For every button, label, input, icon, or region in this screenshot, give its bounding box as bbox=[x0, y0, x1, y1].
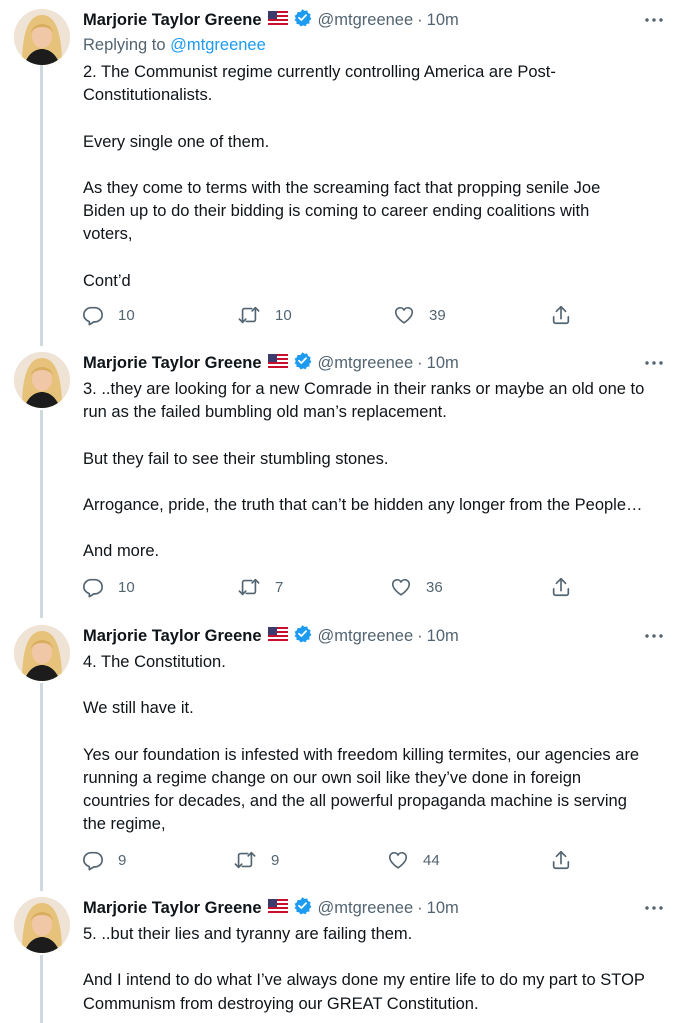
share-button[interactable] bbox=[550, 303, 572, 327]
avatar[interactable] bbox=[14, 897, 70, 953]
tweet-text: 2. The Communist regime currently contro… bbox=[83, 63, 601, 290]
retweet-icon bbox=[237, 304, 261, 326]
separator-dot: · bbox=[417, 353, 423, 372]
like-count: 44 bbox=[423, 851, 440, 869]
reply-count: 10 bbox=[118, 578, 135, 596]
tweet-text: 3. ..they are looking for a new Comrade … bbox=[83, 380, 645, 561]
author-name[interactable]: Marjorie Taylor Greene bbox=[83, 11, 262, 30]
retweet-button[interactable]: 7 bbox=[237, 575, 283, 599]
like-count: 36 bbox=[426, 578, 443, 596]
tweet-actions: 10 10 39 bbox=[80, 303, 580, 327]
like-button[interactable]: 44 bbox=[387, 848, 440, 872]
author-handle[interactable]: @mtgreenee bbox=[318, 11, 414, 30]
separator-dot: · bbox=[417, 626, 423, 645]
author-handle[interactable]: @mtgreenee bbox=[318, 354, 414, 373]
author-handle[interactable]: @mtgreenee bbox=[318, 627, 414, 646]
reply-button[interactable]: 10 bbox=[82, 575, 135, 599]
share-button[interactable] bbox=[550, 848, 572, 872]
reply-icon bbox=[82, 849, 104, 871]
us-flag-icon bbox=[267, 10, 288, 30]
author-name[interactable]: Marjorie Taylor Greene bbox=[83, 627, 262, 646]
replying-to-label: Replying to bbox=[83, 36, 166, 54]
tweet[interactable]: Marjorie Taylor Greene @mtgreenee · 10m … bbox=[0, 625, 678, 885]
retweet-count: 9 bbox=[271, 851, 280, 869]
more-options-icon[interactable] bbox=[643, 9, 665, 31]
verified-badge-icon bbox=[293, 8, 312, 32]
separator-dot: · bbox=[417, 10, 423, 29]
timestamp[interactable]: 10m bbox=[427, 11, 459, 30]
author-name[interactable]: Marjorie Taylor Greene bbox=[83, 899, 262, 918]
reply-button[interactable]: 9 bbox=[82, 848, 126, 872]
tweet-text: 4. The Constitution. We still have it. Y… bbox=[83, 653, 640, 834]
more-options-icon[interactable] bbox=[643, 625, 665, 647]
us-flag-icon bbox=[267, 626, 288, 646]
replying-to: Replying to @mtgreenee bbox=[83, 36, 266, 55]
timestamp[interactable]: 10m bbox=[427, 899, 459, 918]
avatar[interactable] bbox=[14, 352, 70, 408]
author-handle[interactable]: @mtgreenee bbox=[318, 899, 414, 918]
reply-icon bbox=[82, 576, 104, 598]
reply-count: 9 bbox=[118, 851, 127, 869]
like-count: 39 bbox=[429, 306, 446, 324]
like-icon bbox=[390, 576, 412, 598]
retweet-icon bbox=[237, 576, 261, 598]
retweet-count: 10 bbox=[275, 306, 292, 324]
retweet-button[interactable]: 9 bbox=[233, 848, 279, 872]
us-flag-icon bbox=[267, 353, 288, 373]
tweet[interactable]: Marjorie Taylor Greene @mtgreenee · 10m … bbox=[0, 352, 678, 612]
tweet-actions: 10 7 36 bbox=[80, 575, 580, 599]
separator-dot: · bbox=[417, 898, 423, 917]
avatar[interactable] bbox=[14, 9, 70, 65]
tweet-text: 5. ..but their lies and tyranny are fail… bbox=[83, 925, 645, 1013]
reply-count: 10 bbox=[118, 306, 135, 324]
verified-badge-icon bbox=[293, 351, 312, 375]
share-button[interactable] bbox=[550, 575, 572, 599]
like-icon bbox=[393, 304, 415, 326]
retweet-count: 7 bbox=[275, 578, 284, 596]
like-icon bbox=[387, 849, 409, 871]
verified-badge-icon bbox=[293, 896, 312, 920]
us-flag-icon bbox=[267, 898, 288, 918]
like-button[interactable]: 36 bbox=[390, 575, 443, 599]
like-button[interactable]: 39 bbox=[393, 303, 446, 327]
share-icon bbox=[550, 304, 572, 326]
reply-button[interactable]: 10 bbox=[82, 303, 135, 327]
timestamp[interactable]: 10m bbox=[427, 627, 459, 646]
share-icon bbox=[550, 576, 572, 598]
more-options-icon[interactable] bbox=[643, 352, 665, 374]
share-icon bbox=[550, 849, 572, 871]
timestamp[interactable]: 10m bbox=[427, 354, 459, 373]
tweet[interactable]: Marjorie Taylor Greene @mtgreenee · 10m … bbox=[0, 9, 678, 339]
author-name[interactable]: Marjorie Taylor Greene bbox=[83, 354, 262, 373]
avatar[interactable] bbox=[14, 625, 70, 681]
tweet-actions: 9 9 44 bbox=[80, 848, 580, 872]
more-options-icon[interactable] bbox=[643, 897, 665, 919]
verified-badge-icon bbox=[293, 624, 312, 648]
retweet-button[interactable]: 10 bbox=[237, 303, 292, 327]
replying-to-mention[interactable]: @mtgreenee bbox=[170, 36, 266, 54]
retweet-icon bbox=[233, 849, 257, 871]
reply-icon bbox=[82, 304, 104, 326]
tweet[interactable]: Marjorie Taylor Greene @mtgreenee · 10m … bbox=[0, 897, 678, 1023]
